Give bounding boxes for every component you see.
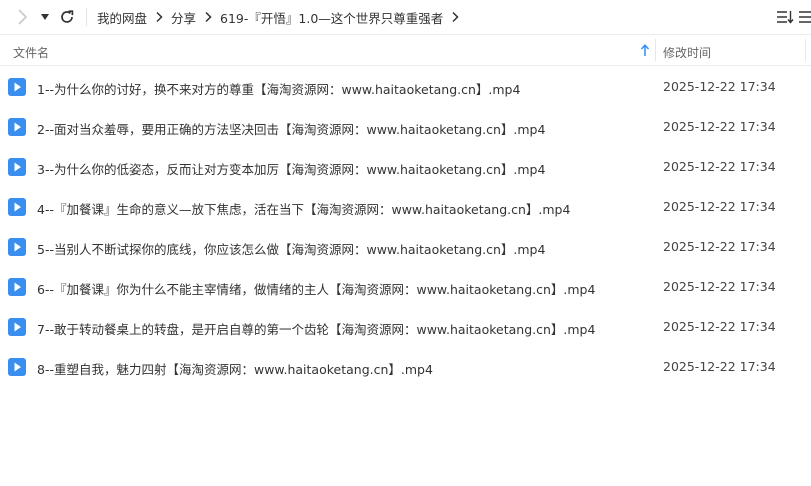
video-file-icon — [8, 198, 26, 216]
file-modified-time: 2025-12-22 17:34 — [663, 359, 776, 374]
refresh-icon — [61, 10, 74, 23]
file-modified-time: 2025-12-22 17:34 — [663, 119, 776, 134]
file-name: 3--为什么你的低姿态，反而让对方变本加厉【海淘资源网：www.haitaoke… — [37, 162, 546, 177]
file-modified-time: 2025-12-22 17:34 — [663, 239, 776, 254]
file-row[interactable]: 7--敢于转动餐桌上的转盘，是开启自尊的第一个齿轮【海淘资源网：www.hait… — [0, 307, 811, 347]
video-file-icon — [8, 238, 26, 256]
file-name: 8--重塑自我，魅力四射【海淘资源网：www.haitaoketang.cn】.… — [37, 362, 433, 377]
file-row[interactable]: 1--为什么你的讨好，换不来对方的尊重【海淘资源网：www.haitaoketa… — [0, 67, 811, 107]
file-name: 5--当别人不断试探你的底线，你应该怎么做【海淘资源网：www.haitaoke… — [37, 242, 546, 257]
video-file-icon — [8, 358, 26, 376]
breadcrumb-item-my-drive[interactable]: 我的网盘 — [97, 8, 147, 27]
forward-button[interactable] — [14, 7, 30, 27]
sort-arrow-up-icon[interactable] — [640, 44, 650, 58]
caret-down-icon — [41, 14, 49, 20]
chevron-right-icon[interactable] — [443, 11, 467, 23]
refresh-button[interactable] — [57, 7, 77, 27]
file-modified-time: 2025-12-22 17:34 — [663, 319, 776, 334]
breadcrumb-item-current-folder[interactable]: 619-『开悟』1.0—这个世界只尊重强者 — [220, 8, 443, 27]
more-icon — [799, 11, 811, 23]
file-row[interactable]: 4--『加餐课』生命的意义—放下焦虑，活在当下【海淘资源网：www.haitao… — [0, 187, 811, 227]
file-list-header: 文件名 修改时间 — [0, 34, 811, 66]
file-modified-time: 2025-12-22 17:34 — [663, 79, 776, 94]
history-dropdown-button[interactable] — [38, 9, 52, 25]
video-file-icon — [8, 318, 26, 336]
file-modified-time: 2025-12-22 17:34 — [663, 199, 776, 214]
chevron-right-icon — [196, 11, 220, 23]
video-file-icon — [8, 78, 26, 96]
file-name: 7--敢于转动餐桌上的转盘，是开启自尊的第一个齿轮【海淘资源网：www.hait… — [37, 322, 596, 337]
column-header-modified-time[interactable]: 修改时间 — [663, 44, 711, 61]
more-button[interactable] — [797, 8, 811, 26]
column-header-name[interactable]: 文件名 — [13, 44, 49, 61]
file-name: 4--『加餐课』生命的意义—放下焦虑，活在当下【海淘资源网：www.haitao… — [37, 202, 571, 217]
file-name: 1--为什么你的讨好，换不来对方的尊重【海淘资源网：www.haitaoketa… — [37, 82, 521, 97]
file-name: 6--『加餐课』你为什么不能主宰情绪，做情绪的主人【海淘资源网：www.hait… — [37, 282, 596, 297]
video-file-icon — [8, 278, 26, 296]
file-row[interactable]: 2--面对当众羞辱，要用正确的方法坚决回击【海淘资源网：www.haitaoke… — [0, 107, 811, 147]
column-divider[interactable] — [805, 39, 806, 61]
chevron-right-icon — [18, 9, 28, 25]
file-row[interactable]: 8--重塑自我，魅力四射【海淘资源网：www.haitaoketang.cn】.… — [0, 347, 811, 387]
file-list: 1--为什么你的讨好，换不来对方的尊重【海淘资源网：www.haitaoketa… — [0, 67, 811, 387]
file-name: 2--面对当众羞辱，要用正确的方法坚决回击【海淘资源网：www.haitaoke… — [37, 122, 546, 137]
breadcrumb: 我的网盘 分享 619-『开悟』1.0—这个世界只尊重强者 — [97, 0, 467, 34]
video-file-icon — [8, 158, 26, 176]
chevron-right-icon — [147, 11, 171, 23]
file-modified-time: 2025-12-22 17:34 — [663, 159, 776, 174]
column-divider[interactable] — [655, 39, 656, 61]
sort-list-icon — [777, 11, 794, 24]
video-file-icon — [8, 118, 26, 136]
file-row[interactable]: 6--『加餐课』你为什么不能主宰情绪，做情绪的主人【海淘资源网：www.hait… — [0, 267, 811, 307]
sort-button[interactable] — [776, 8, 794, 26]
file-row[interactable]: 5--当别人不断试探你的底线，你应该怎么做【海淘资源网：www.haitaoke… — [0, 227, 811, 267]
breadcrumb-item-share[interactable]: 分享 — [171, 8, 196, 27]
file-modified-time: 2025-12-22 17:34 — [663, 279, 776, 294]
toolbar: 我的网盘 分享 619-『开悟』1.0—这个世界只尊重强者 — [0, 0, 811, 34]
toolbar-divider — [86, 8, 87, 26]
file-row[interactable]: 3--为什么你的低姿态，反而让对方变本加厉【海淘资源网：www.haitaoke… — [0, 147, 811, 187]
